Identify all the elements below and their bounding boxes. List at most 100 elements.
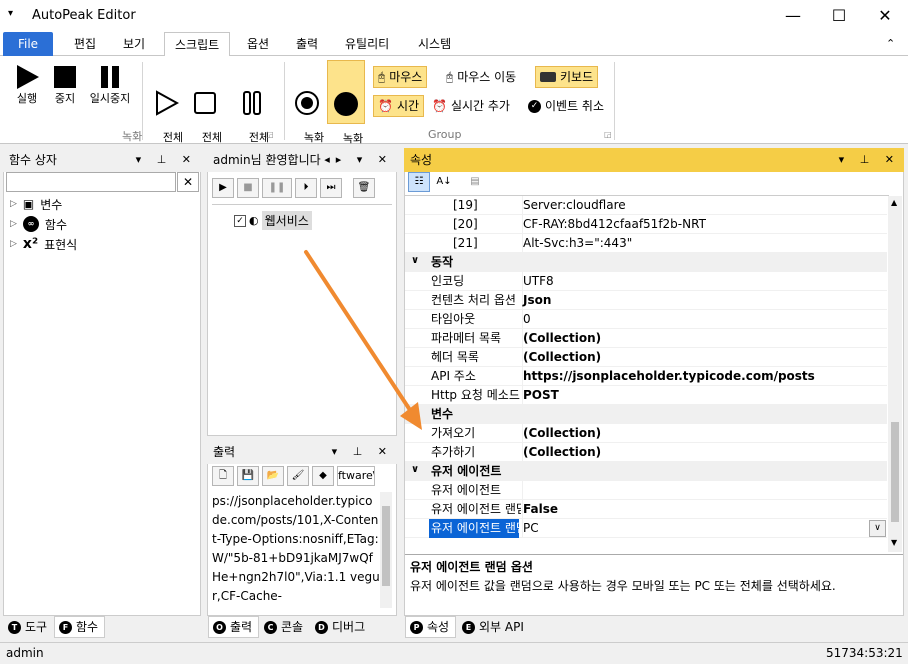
scroll-up-icon[interactable]: ▲: [891, 198, 897, 207]
prop-value: https://jsonplaceholder.typicode.com/pos…: [522, 367, 815, 386]
prop-row[interactable]: Http 요청 메소드 POST: [405, 386, 887, 405]
tab-view[interactable]: 보기: [113, 32, 155, 56]
fill-icon[interactable]: ◆: [312, 466, 334, 486]
clear-search-button[interactable]: ✕: [177, 172, 199, 192]
functions-icon: F: [59, 620, 72, 634]
delete-icon[interactable]: 🗑: [353, 178, 375, 198]
tab-options[interactable]: 옵션: [237, 32, 279, 56]
scroll-thumb[interactable]: [382, 506, 390, 586]
tab-properties[interactable]: P 속성: [405, 616, 457, 638]
collapse-ribbon-icon[interactable]: ⌃: [886, 37, 895, 50]
dropdown-arrow-icon[interactable]: ∨: [869, 520, 886, 537]
event-cancel-button[interactable]: ✓ 이벤트 취소: [524, 95, 608, 117]
prop-row[interactable]: 헤더 목록 (Collection): [405, 348, 887, 367]
tree-item-functions[interactable]: ▷ ∞ 함수: [10, 214, 67, 234]
property-pages-icon[interactable]: ▤: [464, 173, 486, 193]
prop-row[interactable]: 타임아웃 0: [405, 310, 887, 329]
prop-value: False: [522, 500, 558, 519]
categorized-icon[interactable]: ☷: [408, 172, 430, 192]
step-icon[interactable]: ⏵: [295, 178, 317, 198]
tab-debug[interactable]: D 디버그: [311, 616, 371, 638]
scroll-thumb[interactable]: [891, 422, 899, 522]
realtime-add-button[interactable]: ⏰ 실시간 추가: [428, 95, 514, 117]
script-node[interactable]: ✓ ◐ 웹서비스: [234, 211, 312, 230]
prop-row[interactable]: 가져오기 (Collection): [405, 424, 887, 443]
tab-system[interactable]: 시스템: [408, 32, 461, 56]
category-user-agent[interactable]: ∨ 유저 에이전트: [405, 462, 887, 481]
panel-controls[interactable]: ▾ ⊥ ✕: [332, 440, 393, 464]
properties-scrollbar[interactable]: ▲ ▼: [888, 196, 902, 552]
function-search-input[interactable]: [6, 172, 176, 192]
tab-console[interactable]: C 콘솔: [260, 616, 309, 638]
tab-file[interactable]: File: [3, 32, 53, 56]
tree-item-variables[interactable]: ▷ ▣ 변수: [10, 194, 62, 214]
output-path-field[interactable]: ftware\: [337, 466, 375, 486]
new-file-icon[interactable]: 🗋: [212, 466, 234, 486]
prop-value: UTF8: [522, 272, 554, 291]
divider: [405, 554, 903, 555]
collapse-icon[interactable]: ∨: [411, 464, 419, 475]
checkbox[interactable]: ✓: [234, 214, 246, 227]
run-button[interactable]: 실행: [8, 64, 46, 105]
collapse-icon[interactable]: ∨: [411, 407, 419, 418]
tab-output[interactable]: O 출력: [208, 616, 260, 638]
run-to-icon[interactable]: ⏭: [320, 178, 342, 198]
keyboard-toggle[interactable]: 키보드: [535, 66, 599, 88]
prop-row[interactable]: 인코딩 UTF8: [405, 272, 887, 291]
expand-icon[interactable]: ▷: [10, 219, 17, 229]
group-launcher-icon[interactable]: ◲: [266, 130, 274, 139]
scroll-down-icon[interactable]: ▼: [891, 538, 897, 547]
tab-external-api[interactable]: E 외부 API: [458, 616, 530, 638]
mouse-toggle[interactable]: 🖰 마우스: [373, 66, 428, 88]
time-toggle[interactable]: ⏰ 시간: [373, 95, 425, 117]
tree-item-expressions[interactable]: ▷ x² 표현식: [10, 234, 77, 254]
collapse-icon[interactable]: ∨: [411, 255, 419, 266]
panel-controls[interactable]: ◂▸ ▾ ✕: [324, 148, 393, 172]
open-folder-icon[interactable]: 📂: [262, 466, 284, 486]
close-button[interactable]: ✕: [862, 0, 908, 32]
tab-edit[interactable]: 편집: [64, 32, 106, 56]
prop-value: (Collection): [522, 329, 601, 348]
tab-functions[interactable]: F 함수: [54, 616, 106, 638]
prop-row[interactable]: 유저 에이전트: [405, 481, 887, 500]
pause-button[interactable]: 일시중지: [84, 64, 136, 105]
prop-row[interactable]: 컨텐츠 처리 옵션 Json: [405, 291, 887, 310]
panel-controls[interactable]: ▾ ⊥ ✕: [136, 148, 197, 172]
pause-icon[interactable]: ❚❚: [262, 178, 292, 198]
category-variables[interactable]: ∨ 변수: [405, 405, 887, 424]
group-launcher-icon[interactable]: ◲: [604, 130, 612, 139]
stop-icon[interactable]: ■: [237, 178, 259, 198]
output-scrollbar[interactable]: [380, 492, 392, 608]
prop-row[interactable]: API 주소 https://jsonplaceholder.typicode.c…: [405, 367, 887, 386]
panel-controls[interactable]: ▾ ⊥ ✕: [839, 148, 900, 172]
maximize-button[interactable]: ☐: [816, 0, 862, 32]
prop-value: Json: [522, 291, 551, 310]
quick-menu-icon[interactable]: ▾: [8, 8, 13, 19]
prop-row[interactable]: [20] CF-RAY:8bd412cfaaf51f2b-NRT: [405, 215, 887, 234]
category-action[interactable]: ∨ 동작: [405, 253, 887, 272]
prop-row[interactable]: 유저 에이전트 랜덤 False: [405, 500, 887, 519]
expand-icon[interactable]: ▷: [10, 199, 17, 209]
expand-icon[interactable]: ▷: [10, 239, 17, 249]
record-stop-button[interactable]: 녹화 중지: [327, 60, 365, 158]
tab-script[interactable]: 스크립트: [164, 32, 231, 57]
save-icon[interactable]: 💾: [237, 466, 259, 486]
debug-icon: D: [315, 620, 328, 634]
prop-row[interactable]: 추가하기 (Collection): [405, 443, 887, 462]
mouse-move-toggle[interactable]: 🖰 마우스 이동: [442, 66, 520, 88]
stop-button[interactable]: 중지: [46, 64, 84, 105]
prop-value: [522, 481, 523, 500]
prop-row[interactable]: [19] Server:cloudflare: [405, 196, 887, 215]
play-icon[interactable]: ▶: [212, 178, 234, 198]
prop-row[interactable]: [21] Alt-Svc:h3=":443": [405, 234, 887, 253]
output-text: ps://jsonplaceholder.typicode.com/posts/…: [212, 494, 380, 603]
minimize-button[interactable]: —: [770, 0, 816, 32]
tab-tools[interactable]: T 도구: [4, 616, 53, 638]
brush-icon[interactable]: 🖌: [287, 466, 309, 486]
tab-utility[interactable]: 유틸리티: [335, 32, 399, 56]
sort-az-icon[interactable]: A↓: [433, 173, 455, 193]
tab-output[interactable]: 출력: [286, 32, 328, 56]
tab-label: 도구: [25, 620, 48, 634]
prop-row-selected[interactable]: 유저 에이전트 랜덤 옵션PC ∨: [405, 519, 887, 538]
prop-row[interactable]: 파라메터 목록 (Collection): [405, 329, 887, 348]
